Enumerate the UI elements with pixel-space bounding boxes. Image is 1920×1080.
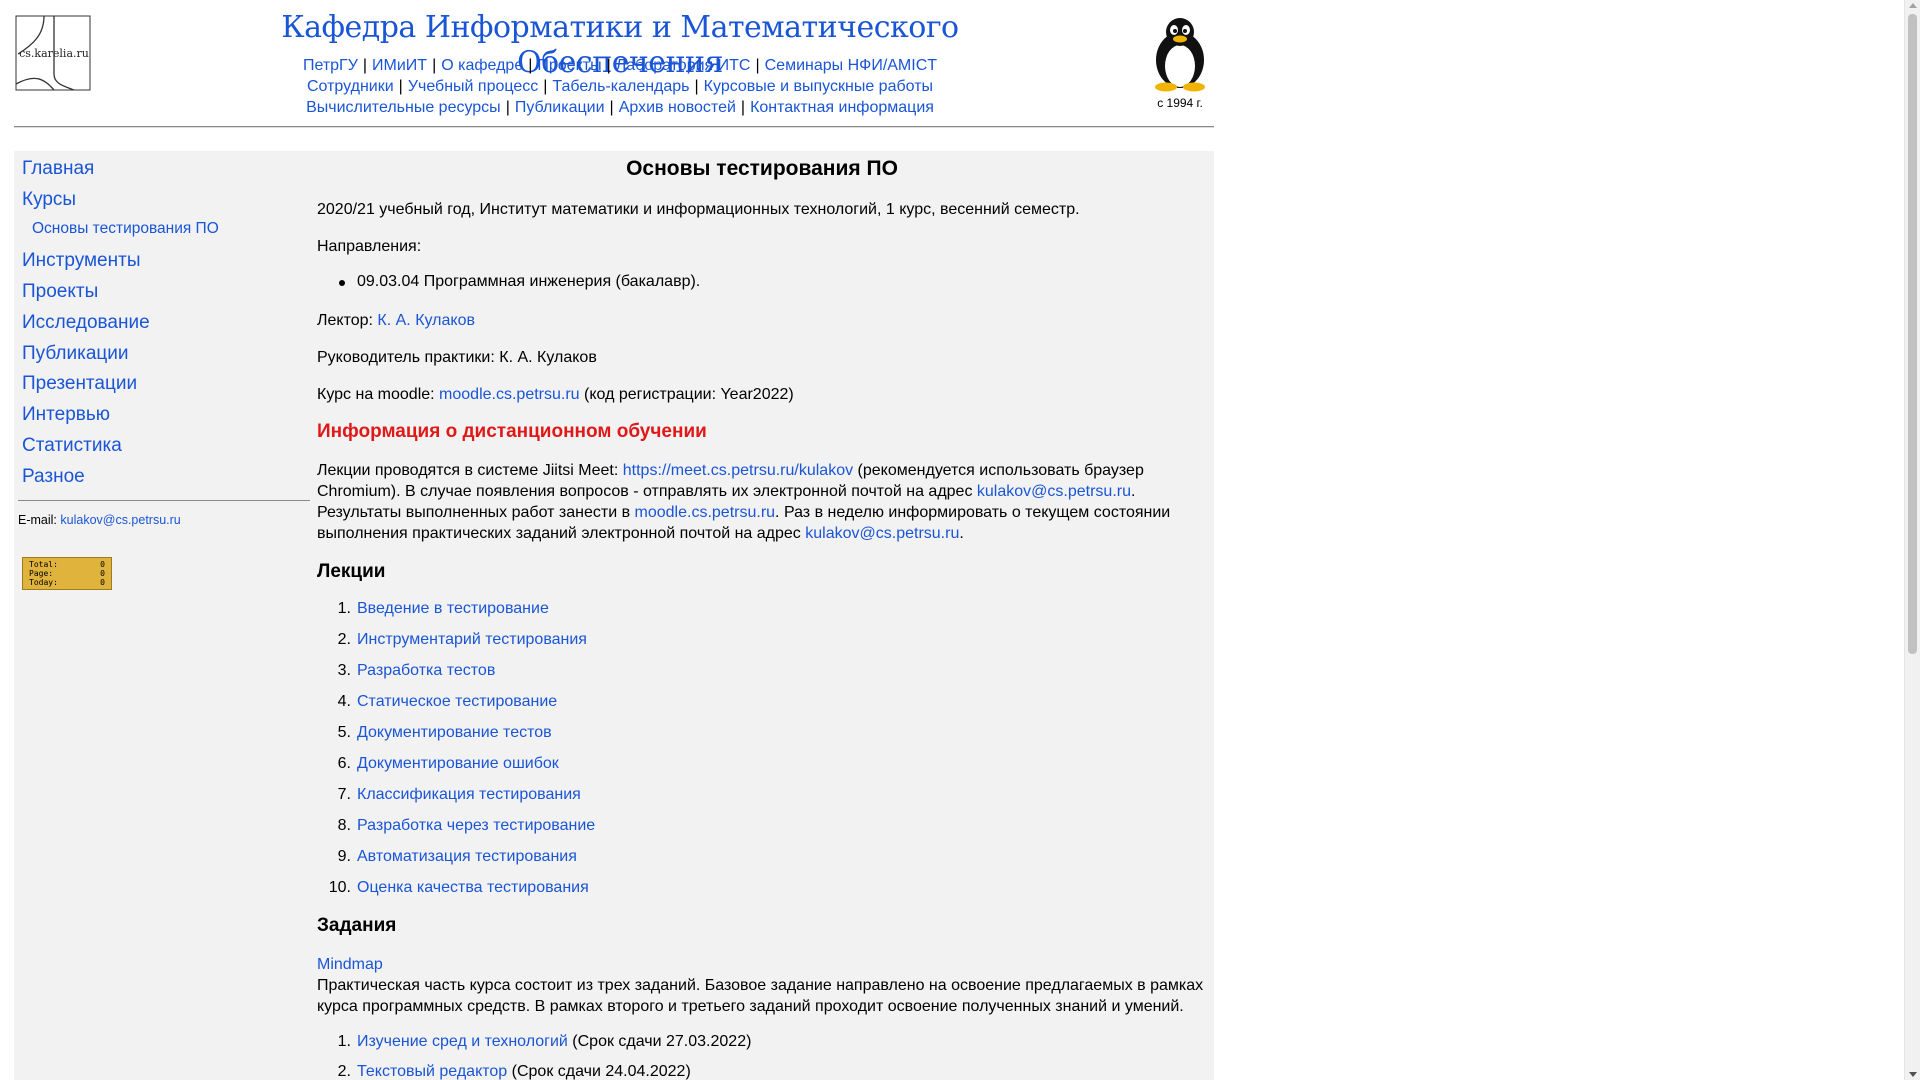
nav-separator: |: [543, 78, 548, 95]
nav-separator: |: [609, 99, 614, 116]
logo-text: cs.karelia.ru: [19, 47, 89, 60]
task-link[interactable]: Текстовый редактор: [357, 1063, 507, 1080]
hit-counter[interactable]: Total: 0 Page: 0 Today: 0: [22, 557, 112, 590]
sidebar-item-research[interactable]: Исследование: [22, 312, 150, 334]
bullet: [339, 280, 345, 286]
scroll-down-arrow-icon[interactable]: [1909, 1072, 1917, 1077]
top-nav-row-3: Вычислительные ресурсы | Публикации | Архив …: [230, 98, 1010, 118]
distance-learning-heading: Информация о дистанционном обучении: [317, 421, 707, 442]
nav-study[interactable]: Учебный процесс: [408, 78, 538, 95]
nav-calendar[interactable]: Табель-календарь: [552, 78, 689, 95]
sidebar-item-testing-course[interactable]: Основы тестирования ПО: [32, 220, 219, 238]
sidebar-item-home[interactable]: Главная: [22, 158, 94, 180]
task-deadline: (Срок сдачи 27.03.2022): [572, 1033, 752, 1050]
lecturer-line: Лектор: К. А. Кулаков: [317, 310, 1207, 331]
sidebar-item-statistics[interactable]: Статистика: [22, 435, 122, 457]
page: cs.karelia.ru Кафедра Информатики и Мате…: [0, 0, 1904, 1080]
nav-about[interactable]: О кафедре: [441, 57, 523, 74]
lecture-link[interactable]: Инструментарий тестирования: [357, 631, 587, 649]
email-link[interactable]: kulakov@cs.petrsu.ru: [805, 525, 959, 542]
site-logo[interactable]: cs.karelia.ru: [14, 14, 92, 92]
sidebar-item-interview[interactable]: Интервью: [22, 404, 110, 426]
lecture-link[interactable]: Введение в тестирование: [357, 600, 549, 618]
nav-separator: |: [528, 57, 533, 74]
tux-penguin-logo: [1155, 18, 1205, 92]
distance-paragraph: Лекции проводятся в системе Jiitsi Meet:…: [317, 462, 1171, 542]
lecture-link[interactable]: Разработка через тестирование: [357, 817, 595, 835]
nav-contacts[interactable]: Контактная информация: [750, 99, 934, 116]
tasks-heading: Задания: [317, 915, 397, 936]
task-deadline: (Срок сдачи 24.04.2022): [511, 1063, 691, 1080]
lecturer-label: Лектор:: [317, 312, 373, 329]
lectures-heading: Лекции: [317, 561, 386, 582]
moodle-line: Курс на moodle: moodle.cs.petrsu.ru (код…: [317, 386, 794, 403]
sidebar-email: E-mail: kulakov@cs.petrsu.ru: [18, 513, 181, 527]
moodle-link[interactable]: moodle.cs.petrsu.ru: [439, 386, 580, 403]
top-nav-row-1: ПетрГУ | ИМиИТ | О кафедре | Проекты | Лаборатор…: [230, 56, 1010, 76]
nav-separator: |: [740, 99, 746, 116]
since-year: с 1994 г.: [1157, 96, 1203, 110]
sidebar-divider: [18, 500, 310, 501]
nav-separator: |: [398, 78, 403, 95]
sidebar-item-tools[interactable]: Инструменты: [22, 250, 140, 272]
sidebar-item-publications[interactable]: Публикации: [22, 343, 129, 365]
nav-separator: |: [606, 57, 611, 74]
vertical-scrollbar[interactable]: [1904, 0, 1920, 1080]
nav-theses[interactable]: Курсовые и выпускные работы: [704, 78, 933, 95]
nav-its-lab[interactable]: Лаборатория ИТС: [616, 57, 751, 74]
lecture-link[interactable]: Оценка качества тестирования: [357, 879, 589, 897]
scrollbar-thumb[interactable]: [1908, 14, 1917, 654]
sidebar-item-courses[interactable]: Курсы: [22, 189, 76, 211]
tasks-description: Практическая часть курса состоит из трех…: [317, 977, 1204, 1015]
scroll-up-arrow-icon[interactable]: [1909, 3, 1917, 8]
lecture-link[interactable]: Документирование ошибок: [357, 755, 559, 773]
email-link[interactable]: kulakov@cs.petrsu.ru: [60, 513, 180, 527]
nav-separator: |: [432, 57, 437, 74]
nav-separator: |: [694, 78, 699, 95]
nav-imiit[interactable]: ИМиИТ: [372, 57, 427, 74]
course-intro: 2020/21 учебный год, Институт математики…: [317, 201, 1080, 218]
lecturer-link[interactable]: К. А. Кулаков: [377, 312, 475, 329]
nav-petrsu[interactable]: ПетрГУ: [303, 57, 358, 74]
nav-separator: |: [755, 57, 760, 74]
nav-staff[interactable]: Сотрудники: [307, 78, 394, 95]
lecture-link[interactable]: Разработка тестов: [357, 662, 495, 680]
nav-projects[interactable]: Проекты: [537, 57, 601, 74]
moodle-link[interactable]: moodle.cs.petrsu.ru: [635, 504, 776, 521]
lecture-link[interactable]: Классификация тестирования: [357, 786, 581, 804]
lecture-link[interactable]: Автоматизация тестирования: [357, 848, 577, 866]
email-link[interactable]: kulakov@cs.petrsu.ru: [977, 483, 1131, 500]
nav-separator: |: [505, 99, 510, 116]
nav-separator: |: [362, 57, 368, 74]
page-title: Основы тестирования ПО: [626, 157, 898, 180]
directions-label: Направления:: [317, 238, 422, 255]
task-link[interactable]: Изучение сред и технологий: [357, 1033, 568, 1050]
sidebar-item-misc[interactable]: Разное: [22, 466, 85, 488]
mindmap-link[interactable]: Mindmap: [317, 954, 1207, 975]
top-nav-row-2: Сотрудники | Учебный процесс | Табель-календ…: [230, 77, 1010, 97]
practice-supervisor: Руководитель практики: К. А. Кулаков: [317, 349, 597, 366]
nav-computing[interactable]: Вычислительные ресурсы: [306, 99, 501, 116]
email-label: E-mail:: [18, 513, 57, 527]
lecture-link[interactable]: Документирование тестов: [357, 724, 552, 742]
jitsi-link[interactable]: https://meet.cs.petrsu.ru/kulakov: [623, 462, 853, 479]
nav-news-archive[interactable]: Архив новостей: [619, 99, 736, 116]
sidebar-item-projects[interactable]: Проекты: [22, 281, 98, 303]
nav-seminars[interactable]: Семинары НФИ/AMICT: [765, 57, 937, 74]
sidebar-item-presentations[interactable]: Презентации: [22, 373, 137, 395]
lecture-link[interactable]: Статическое тестирование: [357, 693, 557, 711]
nav-publications[interactable]: Публикации: [515, 99, 605, 116]
header-divider: [14, 126, 1214, 128]
